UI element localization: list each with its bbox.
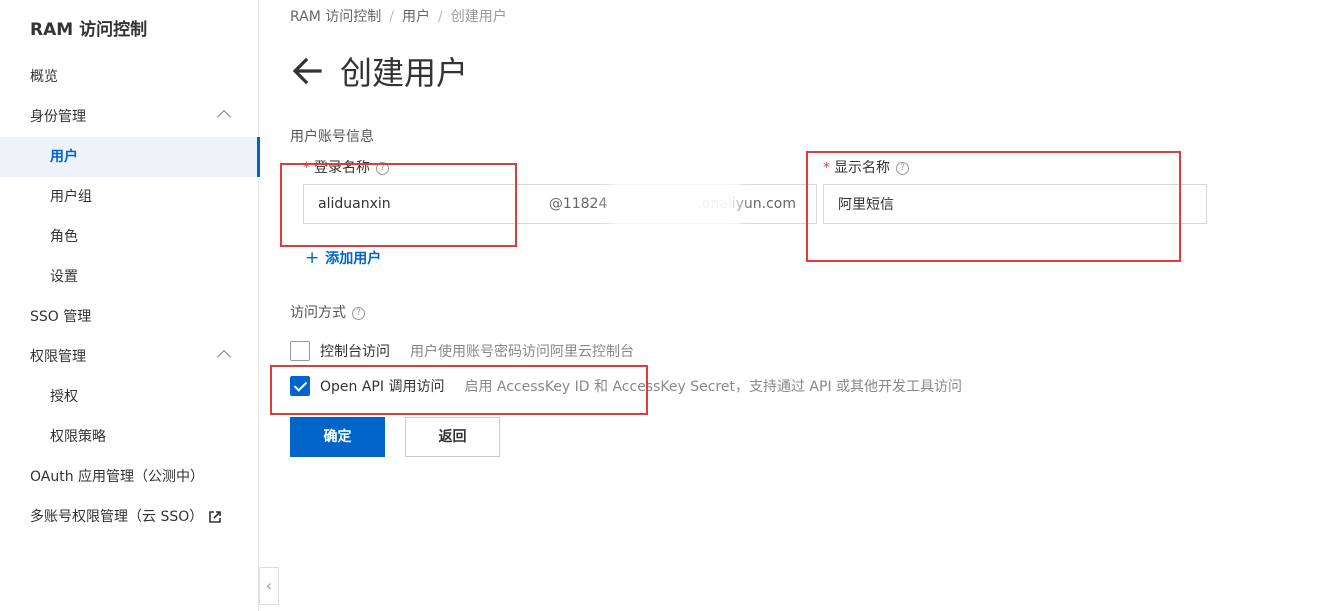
- sidebar-item-users[interactable]: 用户: [0, 137, 260, 177]
- page-header: 创建用户: [290, 48, 468, 94]
- sidebar-item-overview[interactable]: 概览: [0, 57, 259, 97]
- sidebar-item-oauth[interactable]: OAuth 应用管理（公测中）: [0, 457, 259, 497]
- sidebar-item-label: 角色: [50, 229, 78, 245]
- sidebar-item-groups[interactable]: 用户组: [0, 177, 259, 217]
- highlight-box-login-name: [280, 163, 517, 247]
- account-id-text: @11824: [548, 196, 608, 212]
- highlight-box-api-access: [270, 365, 648, 415]
- section-account-label: 用户账号信息: [290, 129, 374, 145]
- sidebar-title: RAM 访问控制: [30, 20, 148, 40]
- breadcrumb: RAM 访问控制 / 用户 / 创建用户: [290, 6, 507, 26]
- sidebar-item-label: 用户组: [50, 189, 92, 205]
- back-button[interactable]: 返回: [405, 417, 500, 457]
- sidebar-item-cloud-sso[interactable]: 多账号权限管理（云 SSO）: [0, 497, 259, 537]
- breadcrumb-item-ram[interactable]: RAM 访问控制: [290, 9, 381, 25]
- console-access-label: 控制台访问: [320, 344, 390, 360]
- sidebar-item-label: 概览: [30, 69, 58, 85]
- sidebar-item-label: 授权: [50, 389, 78, 405]
- breadcrumb-separator: /: [389, 9, 394, 25]
- external-link-icon: [209, 511, 222, 523]
- add-user-label: 添加用户: [325, 251, 382, 267]
- highlight-box-display-name: [806, 151, 1181, 262]
- sidebar-item-identity[interactable]: 身份管理: [0, 97, 259, 137]
- sidebar-item-sso[interactable]: SSO 管理: [0, 297, 259, 337]
- sidebar-item-label: 权限策略: [50, 429, 106, 445]
- section-access-text: 访问方式: [290, 305, 346, 321]
- sidebar: RAM 访问控制 概览 身份管理 用户 用户组 角色 设置 SSO 管理 权限管…: [0, 0, 260, 611]
- sidebar-item-policies[interactable]: 权限策略: [0, 417, 259, 457]
- add-user-button[interactable]: + 添加用户: [305, 248, 381, 268]
- back-arrow-icon[interactable]: [290, 51, 326, 91]
- confirm-button[interactable]: 确定: [290, 417, 385, 457]
- sidebar-item-label: SSO 管理: [30, 309, 92, 325]
- sidebar-item-permissions[interactable]: 权限管理: [0, 337, 259, 377]
- help-icon[interactable]: ?: [352, 306, 365, 320]
- page-title: 创建用户: [340, 54, 469, 92]
- sidebar-item-grants[interactable]: 授权: [0, 377, 259, 417]
- breadcrumb-item-users[interactable]: 用户: [402, 9, 430, 25]
- sidebar-item-label: 权限管理: [30, 349, 86, 365]
- console-access-checkbox[interactable]: [290, 341, 310, 361]
- chevron-up-icon: [216, 109, 232, 125]
- redaction-mask: [620, 185, 730, 223]
- chevron-up-icon: [216, 349, 232, 365]
- plus-icon: +: [305, 248, 320, 268]
- sidebar-item-label: 身份管理: [30, 109, 86, 125]
- sidebar-item-settings[interactable]: 设置: [0, 257, 259, 297]
- console-access-desc: 用户使用账号密码访问阿里云控制台: [410, 344, 634, 360]
- console-access-option[interactable]: 控制台访问 用户使用账号密码访问阿里云控制台: [290, 341, 634, 361]
- sidebar-item-roles[interactable]: 角色: [0, 217, 259, 257]
- sidebar-item-label: OAuth 应用管理（公测中）: [30, 469, 205, 485]
- breadcrumb-item-current: 创建用户: [450, 9, 507, 25]
- sidebar-item-label: 用户: [50, 149, 78, 165]
- sidebar-item-label: 多账号权限管理（云 SSO）: [30, 509, 204, 525]
- sidebar-item-label: 设置: [50, 269, 78, 285]
- section-access-label: 访问方式?: [290, 302, 365, 322]
- breadcrumb-separator: /: [438, 9, 443, 25]
- sidebar-collapse-button[interactable]: ‹: [259, 567, 279, 605]
- chevron-left-icon: ‹: [265, 576, 273, 595]
